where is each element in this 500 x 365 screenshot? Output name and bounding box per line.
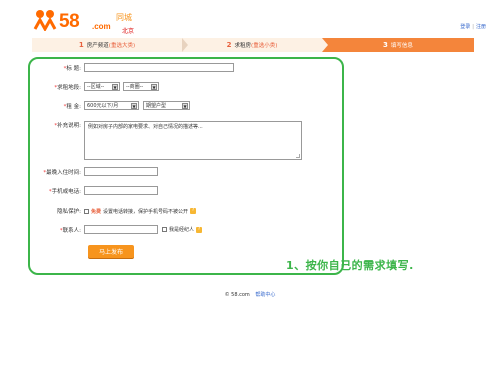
- area-label: *求租地段:: [54, 84, 81, 91]
- contact-label: *联系人:: [59, 227, 81, 234]
- rent-row: *租 金: 600元以下/月 ▼ 期望户型 ▼: [34, 101, 190, 110]
- title-row: *标 题:: [34, 63, 234, 72]
- free-label: 免费: [91, 208, 102, 215]
- privacy-label: 隐私保护:: [57, 209, 81, 215]
- help-center-link[interactable]: 帮助中心: [255, 292, 275, 298]
- step-2-number: 2: [226, 41, 232, 49]
- privacy-checkbox[interactable]: [84, 208, 89, 214]
- rent-select[interactable]: 600元以下/月 ▼: [84, 101, 139, 110]
- phone-label: *手机或电话:: [48, 188, 81, 195]
- description-textarea[interactable]: 例如对房子内部的家电要求、对自己情况的描述等...: [84, 121, 302, 160]
- step-arrow: [322, 38, 328, 52]
- step-1-number: 1: [78, 41, 84, 49]
- chevron-down-icon: ▼: [131, 103, 137, 109]
- phone-row: *手机或电话:: [34, 186, 158, 195]
- chevron-down-icon: ▼: [151, 84, 157, 90]
- phone-input[interactable]: [84, 186, 158, 195]
- privacy-text: 设置电话转接，保护手机号码不被公开: [103, 208, 189, 215]
- contact-row: *联系人: 我是经纪人 ?: [34, 225, 203, 234]
- top-links: 登录 | 注册: [460, 23, 486, 30]
- link-separator: |: [472, 24, 474, 30]
- agent-option: 我是经纪人 ?: [162, 226, 203, 233]
- step-1-label: 房产频道: [86, 43, 109, 49]
- rent-label: *租 金:: [63, 103, 81, 110]
- step-2-label: 求租房: [234, 43, 252, 49]
- district-select[interactable]: --区域-- ▼: [84, 82, 120, 91]
- footer: © 58.com 帮助中心: [0, 291, 500, 298]
- step-2-sub[interactable]: (重选小类): [251, 41, 277, 49]
- agent-label: 我是经纪人: [169, 227, 195, 233]
- move-in-input[interactable]: [84, 167, 158, 176]
- step-1[interactable]: 1 房产频道 (重选大类): [32, 38, 182, 52]
- help-icon[interactable]: ?: [190, 208, 197, 214]
- logo-com: .com: [92, 22, 111, 31]
- description-label: *补充说明:: [54, 123, 81, 129]
- logo-text: 58: [59, 11, 80, 32]
- chevron-down-icon: ▼: [182, 103, 188, 109]
- contact-input[interactable]: [84, 225, 158, 234]
- subarea-select[interactable]: --商圈-- ▼: [123, 82, 159, 91]
- login-link[interactable]: 登录: [460, 24, 470, 30]
- step-1-sub[interactable]: (重选大类): [109, 41, 135, 49]
- help-icon[interactable]: ?: [196, 226, 203, 233]
- privacy-row: 隐私保护: 免费 设置电话转接，保护手机号码不被公开 ?: [34, 207, 197, 215]
- step-3: 3 填写信息: [322, 38, 474, 52]
- step-2[interactable]: 2 求租房 (重选小类): [182, 38, 322, 52]
- title-label: *标 题:: [63, 65, 81, 72]
- room-type-select[interactable]: 期望户型 ▼: [143, 101, 190, 110]
- copyright: © 58.com: [224, 292, 250, 298]
- step-3-number: 3: [383, 41, 388, 49]
- agent-checkbox[interactable]: [162, 227, 167, 232]
- description-row: *补充说明: 例如对房子内部的家电要求、对自己情况的描述等...: [34, 121, 302, 160]
- register-link[interactable]: 注册: [476, 24, 486, 30]
- chevron-down-icon: ▼: [112, 84, 118, 90]
- location-label[interactable]: 北京: [122, 26, 134, 35]
- resize-handle[interactable]: [296, 154, 300, 158]
- annotation-text: 1、按你自己的需求填写.: [286, 259, 414, 272]
- move-in-label: *最晚入住时间:: [43, 169, 81, 176]
- logo-city-label: 同城: [116, 13, 132, 22]
- logo[interactable]: 58 同城 .com 北京: [32, 9, 152, 35]
- submit-button[interactable]: 马上发布: [88, 245, 134, 258]
- move-in-row: *最晚入住时间:: [34, 167, 158, 176]
- privacy-option: 免费 设置电话转接，保护手机号码不被公开 ?: [84, 208, 197, 215]
- description-placeholder: 例如对房子内部的家电要求、对自己情况的描述等...: [88, 124, 203, 130]
- progress-steps: 1 房产频道 (重选大类) 2 求租房 (重选小类) 3 填写信息: [32, 38, 474, 52]
- step-3-label: 填写信息: [390, 43, 413, 49]
- area-row: *求租地段: --区域-- ▼ --商圈-- ▼: [34, 82, 159, 91]
- title-input[interactable]: [84, 63, 234, 72]
- step-arrow: [182, 38, 188, 52]
- logo-person-icon: [33, 10, 57, 31]
